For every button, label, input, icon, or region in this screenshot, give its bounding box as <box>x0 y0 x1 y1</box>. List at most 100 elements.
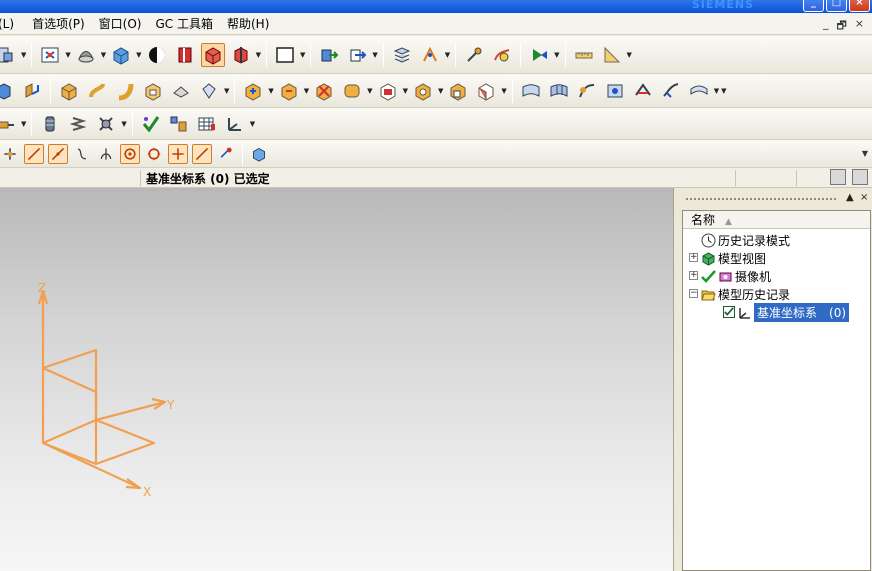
chevron-down-icon[interactable]: ▼ <box>121 120 126 128</box>
navigator-close-icon[interactable]: × <box>860 192 868 203</box>
thicken-icon[interactable] <box>687 79 711 103</box>
chevron-down-icon[interactable]: ▼ <box>250 120 255 128</box>
pattern-icon[interactable] <box>197 79 221 103</box>
layer-settings-icon[interactable] <box>273 43 297 67</box>
extrude-icon[interactable] <box>0 79 16 103</box>
background-color-icon[interactable] <box>145 43 169 67</box>
fullscreen-toggle-icon[interactable] <box>830 169 846 185</box>
select-body-icon[interactable] <box>249 144 269 164</box>
play-animation-icon[interactable] <box>527 43 551 67</box>
clip-section-icon[interactable] <box>229 43 253 67</box>
snap-bounded-grid-icon[interactable] <box>216 144 236 164</box>
shaded-view-icon[interactable] <box>109 43 133 67</box>
chevron-down-icon[interactable]: ▼ <box>372 51 377 59</box>
triangle-ruler-icon[interactable] <box>600 43 624 67</box>
offset-face-icon[interactable] <box>446 79 470 103</box>
face-blend-icon[interactable] <box>603 79 627 103</box>
component-group-icon[interactable] <box>167 112 191 136</box>
snap-control-point-icon[interactable] <box>72 144 92 164</box>
draft-icon[interactable] <box>169 79 193 103</box>
move-object-icon[interactable] <box>317 43 341 67</box>
menu-item-gc-toolkit[interactable]: GC 工具箱 <box>155 15 213 32</box>
measure-distance-icon[interactable] <box>462 43 486 67</box>
restore-layout-icon[interactable] <box>852 169 868 185</box>
doc-close-button[interactable]: × <box>855 17 864 36</box>
snap-point-on-surface-icon[interactable] <box>192 143 212 164</box>
table-grid-icon[interactable] <box>195 112 219 136</box>
chevron-down-icon[interactable]: ▼ <box>21 120 26 128</box>
feature-checkbox[interactable] <box>723 306 735 318</box>
minimize-button[interactable]: _ <box>803 0 824 12</box>
chevron-down-icon[interactable]: ▼ <box>300 51 305 59</box>
snap-intersection-icon[interactable] <box>96 144 116 164</box>
tree-node-cameras[interactable]: 摄像机 <box>701 267 771 285</box>
wcs-orient-icon[interactable] <box>345 43 369 67</box>
sweep-icon[interactable] <box>113 79 137 103</box>
menu-item-window[interactable]: 窗口(O) <box>99 15 142 32</box>
chevron-down-icon[interactable]: ▼ <box>714 87 719 95</box>
selection-filter-icon[interactable] <box>0 144 20 164</box>
hole-icon[interactable] <box>411 79 435 103</box>
chevron-down-icon[interactable]: ▼ <box>438 87 443 95</box>
datum-csys-triad[interactable]: Z Y X <box>0 188 673 571</box>
chevron-down-icon[interactable]: ▼ <box>403 87 408 95</box>
assembly-navigator-icon[interactable] <box>0 43 18 67</box>
snap-point-on-curve-icon[interactable] <box>168 143 188 164</box>
snap-point-icon[interactable] <box>418 43 442 67</box>
analysis-icon[interactable] <box>490 43 514 67</box>
expand-model-views-toggle[interactable]: + <box>689 253 698 262</box>
mesh-surface-icon[interactable] <box>547 79 571 103</box>
section-view-icon[interactable] <box>173 43 197 67</box>
layer-manager-icon[interactable] <box>390 43 414 67</box>
expand-cameras-toggle[interactable]: + <box>689 271 698 280</box>
tree-node-model-history[interactable]: 模型历史记录 <box>701 285 790 303</box>
translucency-icon[interactable] <box>200 42 225 67</box>
doc-restore-button[interactable]: 🗗 <box>836 17 846 36</box>
replace-face-icon[interactable] <box>474 79 498 103</box>
bridge-surface-icon[interactable] <box>631 79 655 103</box>
check-geometry-icon[interactable] <box>139 112 163 136</box>
navigator-grip[interactable] <box>686 198 836 200</box>
chevron-down-icon[interactable]: ▼ <box>445 51 450 59</box>
gear-tool-icon[interactable] <box>94 112 118 136</box>
chevron-down-icon[interactable]: ▼ <box>721 87 726 95</box>
menu-item-help[interactable]: 帮助(H) <box>227 15 269 32</box>
chevron-down-icon[interactable]: ▼ <box>256 51 261 59</box>
chevron-down-icon[interactable]: ▼ <box>101 51 106 59</box>
chevron-down-icon[interactable]: ▼ <box>136 51 141 59</box>
tree-node-model-views[interactable]: 模型视图 <box>701 249 766 267</box>
name-column-header[interactable]: 名称 ▲ <box>683 211 870 229</box>
collapse-model-history-toggle[interactable]: − <box>689 289 698 298</box>
chamfer-icon[interactable] <box>376 79 400 103</box>
chevron-down-icon[interactable]: ▼ <box>501 87 506 95</box>
block-icon[interactable] <box>57 79 81 103</box>
menu-item-tools[interactable]: (L) <box>0 17 14 31</box>
chevron-down-icon[interactable]: ▼ <box>21 51 26 59</box>
maximize-button[interactable]: □ <box>826 0 847 12</box>
trim-body-icon[interactable] <box>312 79 336 103</box>
sew-icon[interactable] <box>659 79 683 103</box>
chevron-down-icon[interactable]: ▼ <box>862 149 868 158</box>
through-curves-icon[interactable] <box>519 79 543 103</box>
graphics-viewport[interactable]: Z Y X <box>0 188 673 571</box>
tree-node-datum-csys[interactable]: 基准坐标系 (0) <box>723 302 850 322</box>
snap-midpoint-icon[interactable] <box>48 143 68 164</box>
menu-item-preferences[interactable]: 首选项(P) <box>32 15 85 32</box>
chevron-down-icon[interactable]: ▼ <box>554 51 559 59</box>
snap-endpoint-icon[interactable] <box>24 143 44 164</box>
shell-icon[interactable] <box>141 79 165 103</box>
tree-node-history-mode[interactable]: 历史记录模式 <box>701 231 790 249</box>
snap-arc-center-icon[interactable] <box>120 143 140 164</box>
view-orient-icon[interactable] <box>74 43 98 67</box>
fit-view-icon[interactable] <box>38 43 62 67</box>
subtract-icon[interactable] <box>277 79 301 103</box>
chevron-down-icon[interactable]: ▼ <box>65 51 70 59</box>
ruler-icon[interactable] <box>572 43 596 67</box>
spring-icon[interactable] <box>66 112 90 136</box>
chevron-down-icon[interactable]: ▼ <box>627 51 632 59</box>
chevron-down-icon[interactable]: ▼ <box>224 87 229 95</box>
datum-csys-tool-icon[interactable] <box>223 112 247 136</box>
chevron-down-icon[interactable]: ▼ <box>367 87 372 95</box>
snap-quadrant-icon[interactable] <box>144 144 164 164</box>
edge-blend-icon[interactable] <box>340 79 364 103</box>
